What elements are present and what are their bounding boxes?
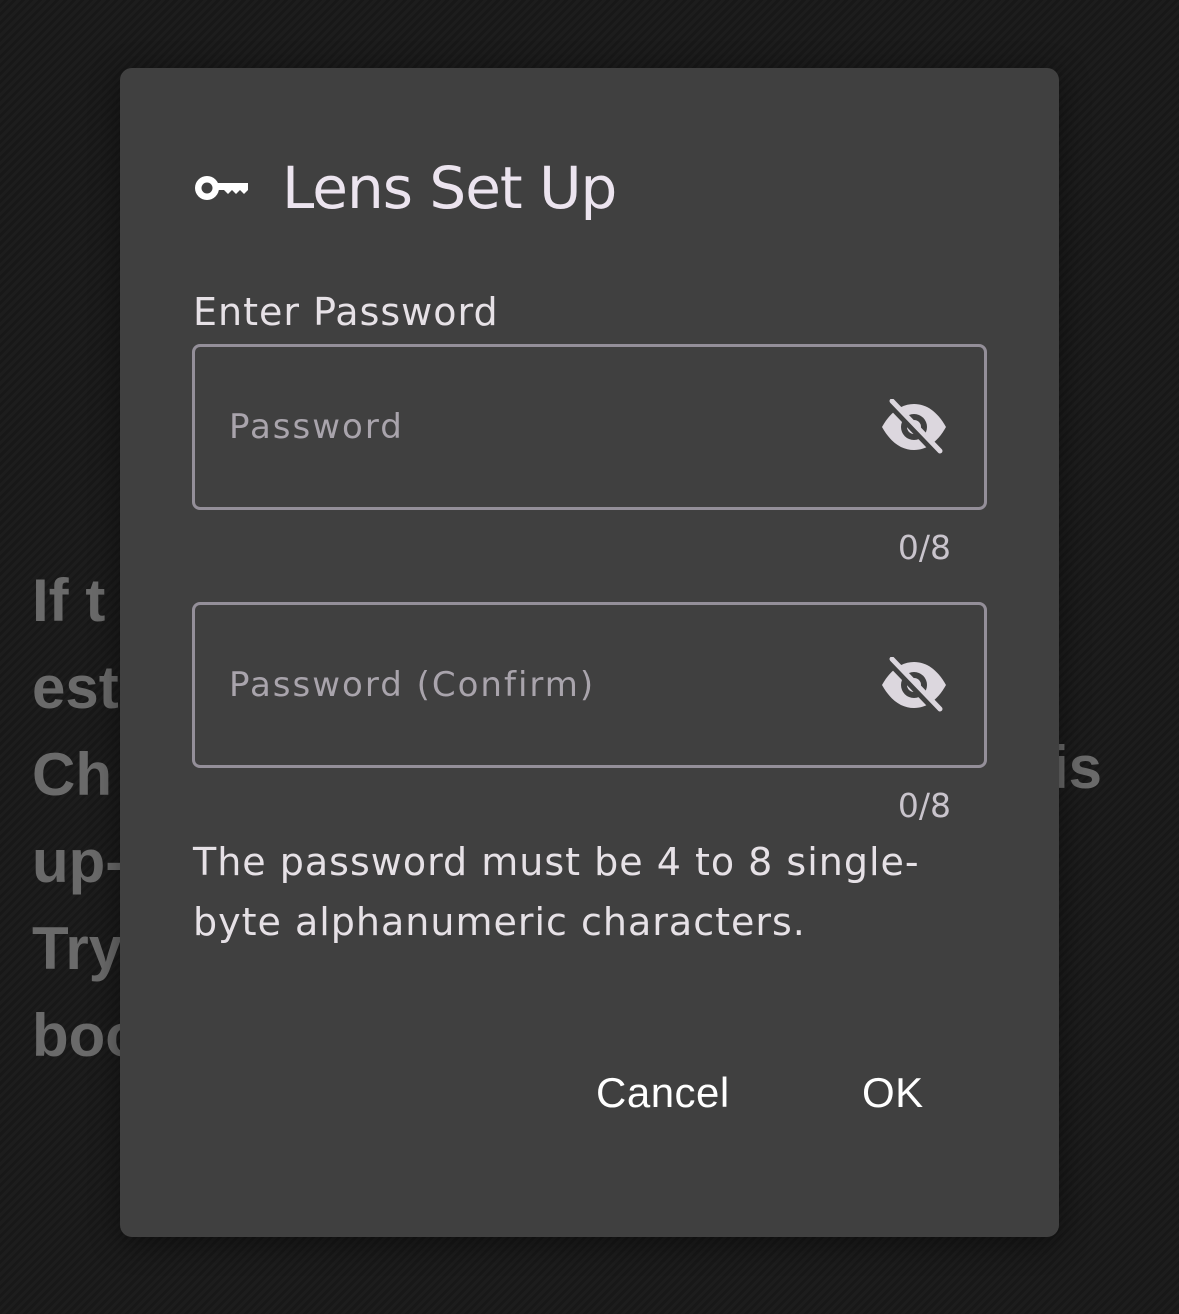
toggle-password-visibility-button[interactable] [878,395,950,459]
enter-password-label: Enter Password [193,290,499,334]
dialog-header: Lens Set Up [192,148,617,228]
key-icon [192,172,250,204]
helper-text-line: The password must be 4 to 8 single- [193,840,920,884]
eye-off-icon [880,657,948,713]
ok-button[interactable]: OK [838,1058,948,1128]
password-confirm-input[interactable] [229,655,849,715]
password-input[interactable] [229,397,849,457]
background-text-fragment: is [1052,734,1103,801]
dialog-title: Lens Set Up [282,154,617,222]
toggle-password-confirm-visibility-button[interactable] [878,653,950,717]
cancel-button[interactable]: Cancel [572,1058,754,1128]
password-field [192,344,987,510]
password-requirements-text: The password must be 4 to 8 single- byte… [193,832,983,952]
lens-setup-dialog: Lens Set Up Enter Password 0/8 0/8 The p… [120,68,1059,1237]
password-confirm-field [192,602,987,768]
eye-off-icon [880,399,948,455]
password-confirm-char-counter: 0/8 [897,786,951,825]
helper-text-line: byte alphanumeric characters. [193,900,806,944]
password-char-counter: 0/8 [897,528,951,567]
